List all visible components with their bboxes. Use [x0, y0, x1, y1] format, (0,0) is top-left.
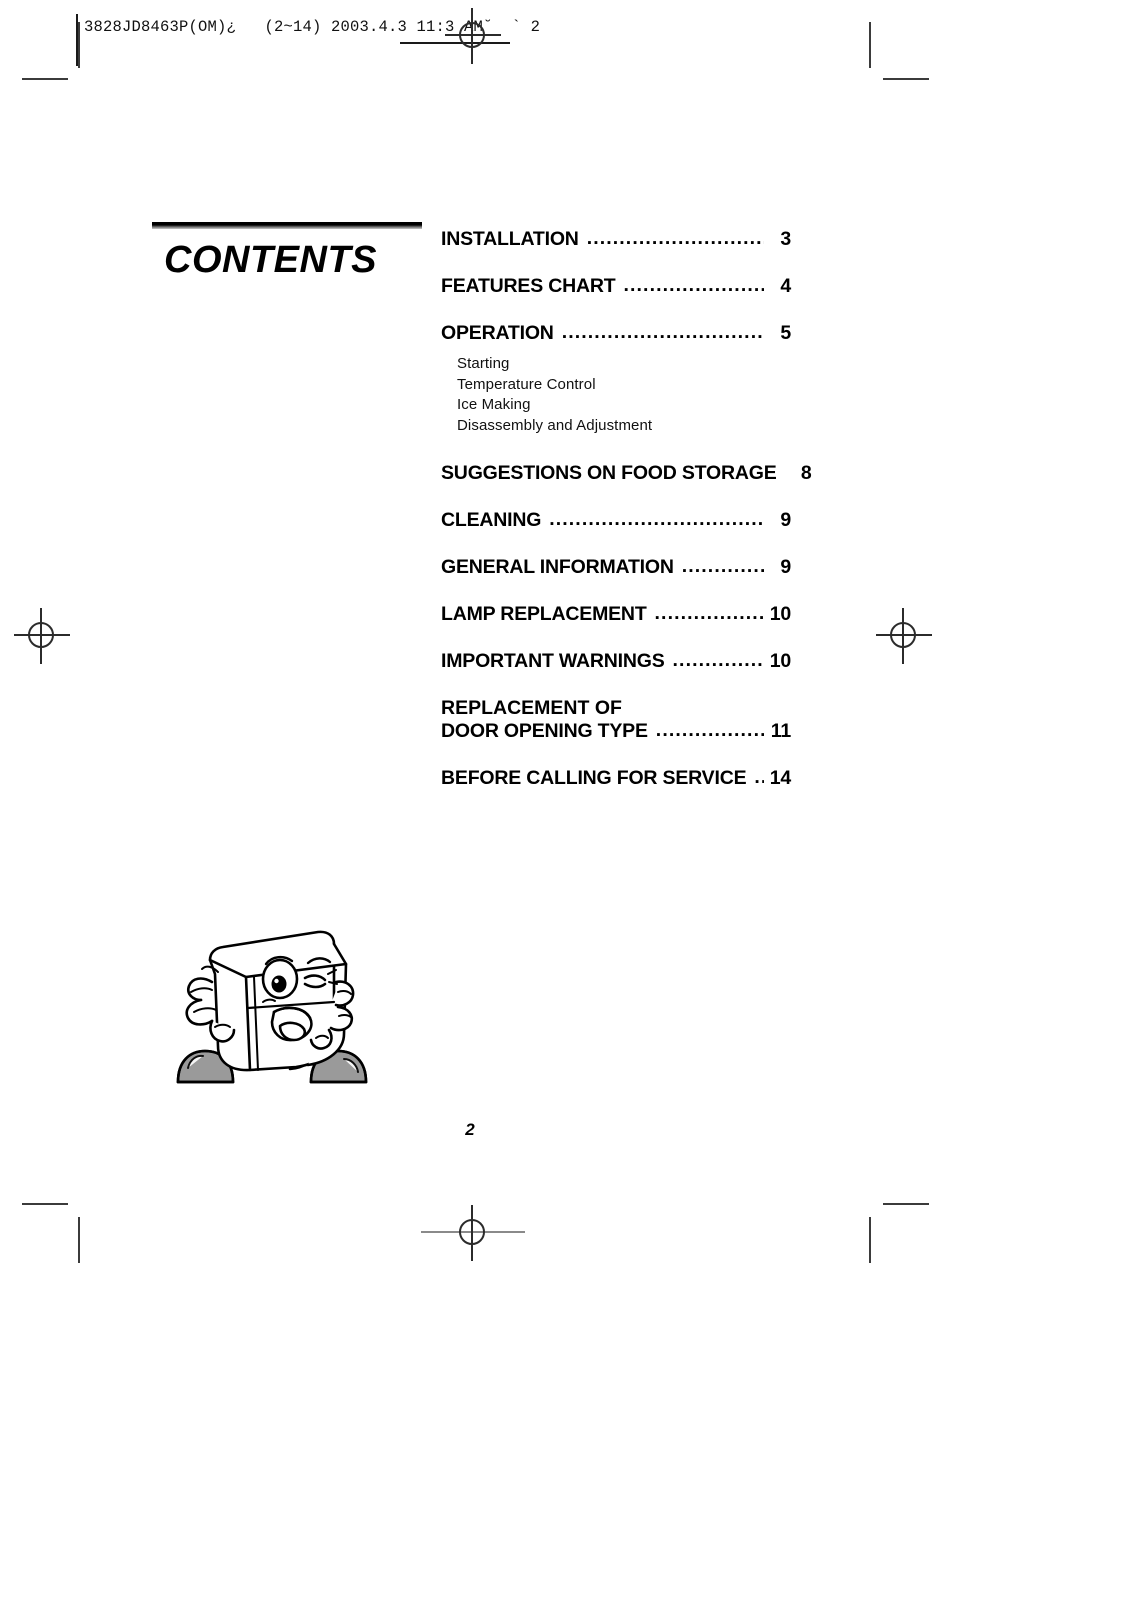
toc-page-number: 8	[800, 462, 812, 485]
toc-page-number: 9	[780, 509, 791, 532]
toc-page-number: 14	[769, 767, 791, 790]
crop-mark-bottom-right-vertical	[869, 1217, 871, 1263]
toc-leader-dots: ..........	[754, 766, 764, 789]
toc-page-number: 9	[780, 556, 791, 579]
toc-entry-cleaning[interactable]: CLEANING ...............................…	[441, 508, 791, 532]
folio-page-number: 2	[465, 1120, 475, 1139]
crop-mark-bottom-right-horizontal	[883, 1203, 929, 1205]
registration-ring	[890, 622, 916, 648]
toc-leader-dots: ........................................…	[586, 227, 764, 249]
toc-label: SUGGESTIONS ON FOOD STORAGE	[441, 462, 777, 485]
toc-leader-dots: .......................	[681, 555, 764, 578]
crop-mark-bottom-left-vertical	[78, 1217, 80, 1263]
toc-entry-suggestions-on-food-storage[interactable]: SUGGESTIONS ON FOOD STORAGE .... 8	[441, 462, 812, 485]
toc-entry-lamp-replacement[interactable]: LAMP REPLACEMENT .......................…	[441, 602, 791, 626]
scanned-page: 3828JD8463P(OM)¿ (2~14) 2003.4.3 11:3 AM…	[0, 0, 1131, 1601]
contents-gradient-rule	[152, 222, 422, 229]
toc-leader-dots: ........................................…	[561, 321, 764, 343]
registration-mark-right	[876, 608, 932, 664]
toc-entry-operation[interactable]: OPERATION ..............................…	[441, 321, 791, 436]
crop-mark-bottom-left-horizontal	[22, 1203, 68, 1205]
crop-mark-top-right-vertical	[869, 22, 871, 68]
toc-entry-features-chart[interactable]: FEATURES CHART .........................…	[441, 274, 791, 298]
registration-mark-bottom	[421, 1205, 525, 1261]
toc-subitem-starting: Starting	[457, 355, 510, 372]
toc-subitem-disassembly-and-adjustment: Disassembly and Adjustment	[457, 416, 653, 434]
registration-ring	[459, 22, 485, 48]
toc-leader-dots: ........................................…	[549, 508, 764, 531]
toc-label: LAMP REPLACEMENT	[441, 603, 647, 626]
toc-page-number: 10	[769, 650, 791, 673]
toc-entry-important-warnings[interactable]: IMPORTANT WARNINGS .....................…	[441, 649, 791, 673]
toc-label: IMPORTANT WARNINGS	[441, 650, 665, 673]
toc-label: GENERAL INFORMATION	[441, 556, 674, 579]
toc-label: OPERATION	[441, 322, 554, 344]
toc-label-line1: REPLACEMENT OF	[441, 697, 622, 720]
toc-label: BEFORE CALLING FOR SERVICE	[441, 767, 747, 790]
toc-subitem-ice-making: Ice Making	[457, 396, 531, 414]
toc-entry-general-information[interactable]: GENERAL INFORMATION ....................…	[441, 555, 791, 579]
toc-subitem-list: Starting Temperature Control Ice Making …	[457, 354, 791, 436]
contents-heading-block: CONTENTS	[152, 222, 422, 281]
toc-page-number: 10	[769, 603, 791, 626]
registration-mark-left	[14, 608, 70, 664]
toc-label: INSTALLATION	[441, 228, 579, 250]
crop-mark-top-left-horizontal	[22, 78, 68, 80]
toc-page-number: 5	[780, 322, 791, 344]
toc-page-number: 4	[780, 275, 791, 297]
toc-entry-installation[interactable]: INSTALLATION ...........................…	[441, 227, 791, 251]
page-title: CONTENTS	[164, 239, 377, 281]
toc-leader-dots: ..........................	[672, 649, 764, 672]
toc-label: CLEANING	[441, 509, 542, 532]
toc-leader-dots: ............................	[655, 719, 764, 742]
toc-leader-dots: ............................	[654, 602, 764, 625]
refrigerator-mascot-icon	[168, 922, 383, 1090]
toc-subitem-temperature-control: Temperature Control	[457, 375, 596, 393]
registration-ring	[459, 1219, 485, 1245]
toc-leader-dots: ..................................	[623, 274, 765, 296]
registration-ring	[28, 622, 54, 648]
toc-entry-replacement-of-door-opening-type[interactable]: REPLACEMENT OF DOOR OPENING TYPE .......…	[441, 697, 791, 743]
toc-page-number: 11	[770, 720, 791, 743]
table-of-contents: INSTALLATION ...........................…	[441, 227, 812, 814]
toc-label-line2: DOOR OPENING TYPE	[441, 720, 648, 743]
crop-mark-top-right-horizontal	[883, 78, 929, 80]
toc-entry-before-calling-for-service[interactable]: BEFORE CALLING FOR SERVICE .......... 14	[441, 766, 791, 790]
toc-label: FEATURES CHART	[441, 275, 616, 297]
crop-mark-top-left-vertical	[78, 22, 80, 68]
toc-page-number: 3	[780, 228, 791, 250]
registration-mark-top	[445, 8, 501, 64]
